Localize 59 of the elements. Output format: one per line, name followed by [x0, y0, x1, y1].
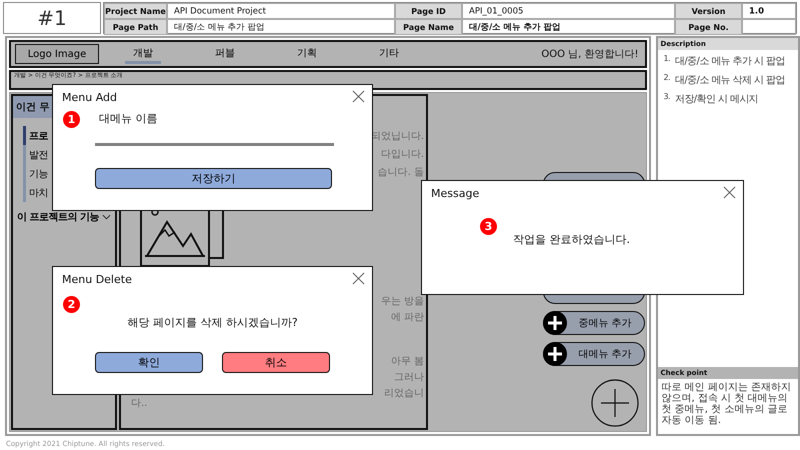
number-badge: 2 — [63, 296, 80, 313]
close-icon[interactable] — [352, 90, 365, 103]
sidebar-item[interactable]: 기능 — [23, 164, 48, 183]
list-number: 2. — [664, 73, 670, 84]
list-number: 1. — [664, 54, 670, 65]
list-number: 3. — [664, 92, 670, 103]
description-item: 대/중/소 메뉴 추가 시 팝업 — [674, 55, 785, 68]
field-value: 1.0 — [742, 3, 796, 19]
dialog-message: 작업을 완료하였습니다. — [513, 232, 630, 247]
nav-tab[interactable]: 퍼블 — [207, 44, 243, 64]
nav-tab[interactable]: 기타 — [371, 44, 407, 64]
add-menu-button[interactable]: 중메뉴 추가 — [542, 311, 645, 335]
body-text: 되었닙니다. — [370, 130, 424, 144]
plus-icon — [542, 311, 567, 335]
dialog-button[interactable]: 저장하기 — [95, 168, 332, 189]
body-text: 그러나 — [394, 371, 424, 385]
dialog-button[interactable]: 확인 — [95, 352, 203, 373]
nav-tab[interactable]: 개발 — [125, 44, 161, 64]
field-label: Project Name — [104, 3, 167, 19]
add-fab-button[interactable] — [590, 379, 639, 427]
body-text: 아무 봄 — [390, 355, 424, 369]
check-point-text: 따로 메인 페이지는 존재하지 않으며, 접속 시 첫 대메뉴의 첫 중메뉴, 첫 소메뉴의 글로 자동 이동 됨. — [662, 382, 792, 426]
description-item: 저장/확인 시 메시지 — [674, 93, 758, 106]
body-text: 에 파란 — [390, 311, 424, 325]
number-badge: 1 — [63, 111, 80, 128]
close-icon[interactable] — [723, 186, 736, 199]
sidebar-item[interactable]: 프로 — [23, 126, 48, 145]
dialog-message: 해당 페이지를 삭제 하시겠습니까? — [126, 315, 299, 330]
logo-button[interactable]: Logo Image — [15, 44, 99, 64]
greeting-text: OOO 님, 환영합니다! — [541, 48, 639, 61]
body-text: 습니다. 돌 — [378, 166, 424, 180]
plus-icon — [542, 342, 567, 366]
body-text: 다입니다. — [380, 148, 424, 162]
add-menu-button[interactable]: 대메뉴 추가 — [542, 342, 645, 366]
dialog-title: Message — [431, 187, 480, 200]
description-item: 대/중/소 메뉴 삭제 시 팝업 — [674, 74, 785, 87]
body-text: 리었습니 — [384, 387, 424, 401]
field-value: 대/중/소 메뉴 추가 팝업 — [462, 19, 675, 35]
close-icon[interactable] — [352, 272, 365, 285]
body-text: 우는 방을 — [380, 295, 424, 309]
sidebar-item[interactable]: 마치 — [23, 183, 48, 202]
field-label: Page Path — [104, 19, 167, 35]
field-value: API_01_0005 — [462, 3, 675, 19]
dialog-title: Menu Delete — [62, 273, 132, 286]
number-badge: 3 — [480, 218, 497, 235]
field-value: 대/중/소 메뉴 추가 팝업 — [167, 19, 395, 35]
field-label: Page Name — [395, 19, 462, 35]
dialog-button[interactable]: 취소 — [222, 352, 330, 373]
field-label: Version — [675, 3, 742, 19]
field-value: API Document Project — [167, 3, 395, 19]
sidebar-item[interactable]: 발전 — [23, 145, 48, 164]
page-number: #1 — [3, 2, 101, 34]
sidebar-section[interactable]: 이 프로젝트의 기능 — [17, 210, 115, 224]
nav-tab[interactable]: 기획 — [289, 44, 325, 64]
input-field[interactable] — [95, 143, 334, 146]
chevron-icon — [102, 214, 111, 220]
field-label: Page ID — [395, 3, 462, 19]
body-text: 다.. — [131, 397, 148, 410]
field-label: Page No. — [675, 19, 742, 35]
